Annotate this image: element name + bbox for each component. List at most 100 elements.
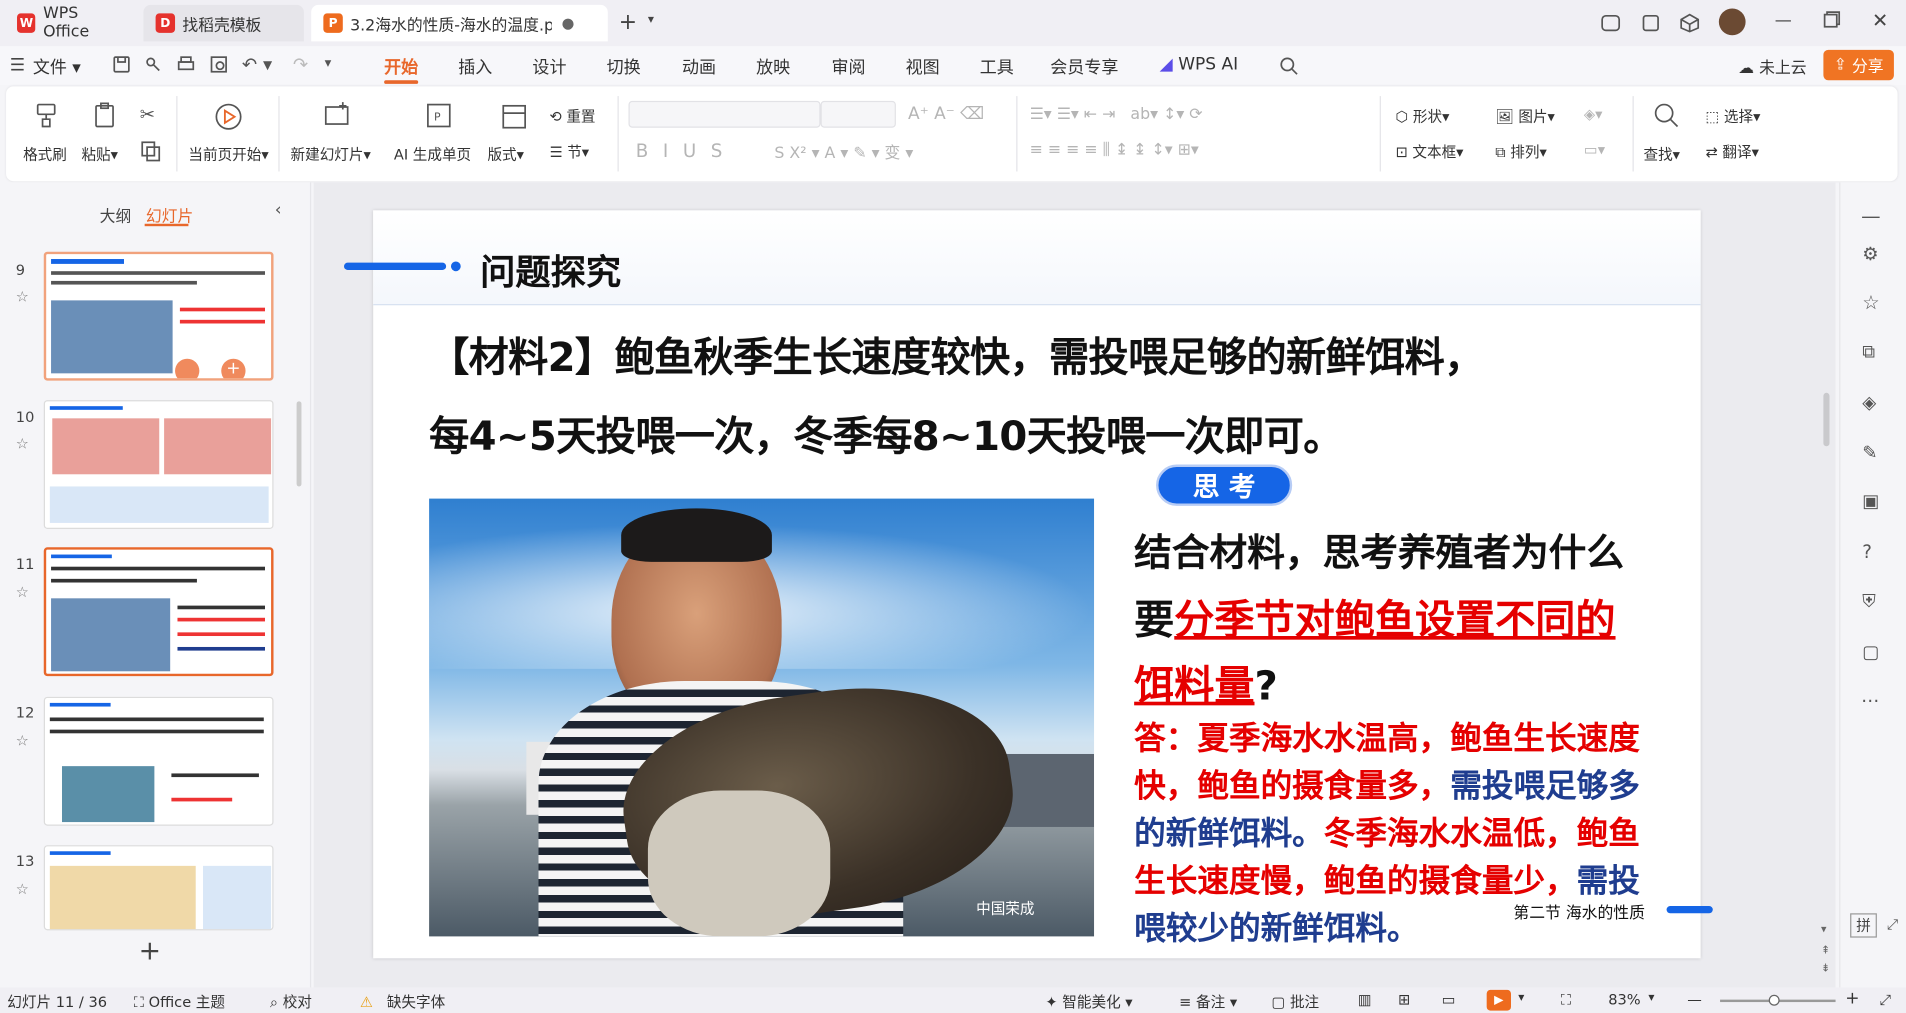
slide-thumbnail-13[interactable] xyxy=(43,845,274,931)
outline-icon[interactable]: ▭▾ xyxy=(1584,141,1605,158)
shape-button[interactable]: ⬡ 形状▾ xyxy=(1396,106,1450,127)
properties-icon[interactable]: ⚙ xyxy=(1862,243,1878,265)
help-icon[interactable]: ? xyxy=(1862,541,1872,563)
save-icon[interactable] xyxy=(112,55,131,74)
new-tab-icon[interactable]: + xyxy=(619,10,637,36)
slide-thumbnail-12[interactable] xyxy=(43,696,274,826)
avatar[interactable] xyxy=(1718,8,1746,36)
minus-icon[interactable]: — xyxy=(1861,204,1880,227)
chevron-down-icon[interactable]: ▾ xyxy=(648,13,654,26)
slide[interactable]: 问题探究 【材料2】鲍鱼秋季生长速度较快，需投喂足够的新鲜饵料， 每4~5天投喂… xyxy=(344,210,1713,959)
play-from-current-icon[interactable] xyxy=(213,101,245,133)
scroll-down-icon[interactable]: ▾ xyxy=(1821,924,1827,936)
hamburger-icon[interactable]: ☰ xyxy=(10,56,25,75)
menu-review[interactable]: 审阅 xyxy=(831,55,865,79)
add-slide-icon[interactable]: + xyxy=(221,358,246,379)
translate-button[interactable]: ⇄ 翻译▾ xyxy=(1705,141,1758,162)
play-slideshow-icon[interactable]: ▶ xyxy=(1486,989,1511,1011)
tab-document[interactable]: P 3.2海水的性质-海水的温度.pp ● xyxy=(311,4,608,42)
increase-font-icon[interactable]: A⁺ A⁻ ⌫ xyxy=(908,105,984,124)
select-button[interactable]: ⬚ 选择▾ xyxy=(1705,106,1760,127)
missing-font-button[interactable]: ⚠ 缺失字体 xyxy=(360,991,445,1012)
paste-button[interactable]: 粘贴▾ xyxy=(81,143,118,164)
full-screen-icon[interactable]: ⤢ xyxy=(1879,991,1891,1009)
comment-icon[interactable]: ▢ xyxy=(1862,641,1879,663)
menu-design[interactable]: 设计 xyxy=(532,55,566,79)
collapse-panel-icon[interactable]: ‹ xyxy=(275,201,282,220)
cloud-status[interactable]: ☁ 未上云 xyxy=(1738,55,1806,78)
star-icon[interactable]: ☆ xyxy=(1862,291,1879,314)
slide-thumbnail-9[interactable]: + xyxy=(43,251,274,381)
font-effects-icons[interactable]: S X² ▾ A ▾ ✎ ▾ 变 ▾ xyxy=(774,140,913,163)
find-icon[interactable] xyxy=(1653,102,1680,129)
proof-button[interactable]: ⌕ 校对 xyxy=(270,991,312,1012)
comment-button[interactable]: ▢ 批注 xyxy=(1272,991,1320,1012)
close-icon[interactable]: ✕ xyxy=(1872,9,1888,32)
ai-generate-page-button[interactable]: AI 生成单页 xyxy=(394,143,471,164)
search-icon[interactable] xyxy=(1279,56,1298,75)
game-icon[interactable] xyxy=(1600,12,1622,34)
input-method-icon[interactable]: 拼 xyxy=(1850,913,1877,938)
panel-scrollbar[interactable] xyxy=(296,401,302,487)
more-icon[interactable]: ⋯ xyxy=(1861,690,1879,712)
menu-wps-ai[interactable]: ◢ WPS AI xyxy=(1160,55,1238,74)
menu-file[interactable]: 文件 ▾ xyxy=(33,55,81,79)
print-preview-icon[interactable] xyxy=(209,55,228,74)
align-icons[interactable]: ≡ ≡ ≡ ≡ ⫼ ↨ ↨ ↕▾ ⊞▾ xyxy=(1030,141,1199,159)
list-icons[interactable]: ☰▾ ☰▾ ⇤ ⇥ ab▾ ↕▾ ⟳ xyxy=(1030,106,1203,124)
play-options-icon[interactable]: ▾ xyxy=(1518,991,1524,1004)
format-painter-button[interactable]: 格式刷 xyxy=(23,143,67,164)
cube-icon[interactable] xyxy=(1679,12,1701,34)
menu-insert[interactable]: 插入 xyxy=(458,55,492,79)
minimize-icon[interactable]: — xyxy=(1775,11,1792,30)
fit-window-icon[interactable]: ⛶ xyxy=(1561,991,1571,1009)
slide-thumbnail-11[interactable] xyxy=(43,547,274,677)
prev-slide-icon[interactable]: ⇞ xyxy=(1821,945,1830,957)
new-slide-button[interactable]: 新建幻灯片▾ xyxy=(291,143,371,164)
star-icon[interactable]: ☆ xyxy=(16,732,29,749)
format-painter-icon[interactable] xyxy=(33,101,62,130)
normal-view-icon[interactable]: ▥ xyxy=(1358,991,1372,1008)
star-icon[interactable]: ☆ xyxy=(16,584,29,601)
tab-wps-office[interactable]: W WPS Office xyxy=(5,5,139,41)
shield-icon[interactable]: ⛨ xyxy=(1862,590,1876,612)
textbox-button[interactable]: ⊡ 文本框▾ xyxy=(1396,141,1464,162)
undo-icon[interactable]: ↶ ▾ xyxy=(242,54,272,76)
ai-icon[interactable]: ◈ xyxy=(1862,392,1876,414)
font-family-select[interactable] xyxy=(628,100,821,128)
ai-page-icon[interactable]: P xyxy=(424,101,453,130)
thumb-action-icon[interactable] xyxy=(175,358,200,379)
star-icon[interactable]: ☆ xyxy=(16,288,29,305)
tab-outline[interactable]: 大纲 xyxy=(100,203,132,226)
share-button[interactable]: ⇪ 分享 xyxy=(1823,49,1894,81)
menu-transition[interactable]: 切换 xyxy=(607,55,641,79)
expand-icon[interactable]: ⤢ xyxy=(1887,916,1899,934)
menu-animation[interactable]: 动画 xyxy=(682,55,716,79)
tools-icon[interactable]: ✎ xyxy=(1862,441,1877,463)
canvas-scrollbar[interactable] xyxy=(1823,392,1830,447)
library-icon[interactable]: ▣ xyxy=(1862,490,1879,512)
redo-icon[interactable]: ↷ xyxy=(293,54,308,76)
star-icon[interactable]: ☆ xyxy=(16,435,29,452)
paste-icon[interactable] xyxy=(91,101,120,130)
play-from-current-button[interactable]: 当前页开始▾ xyxy=(188,143,268,164)
print-icon[interactable] xyxy=(176,55,195,74)
restore-icon[interactable] xyxy=(1823,11,1841,28)
find-button[interactable]: 查找▾ xyxy=(1643,143,1680,164)
new-slide-icon[interactable] xyxy=(322,101,351,130)
slide-thumbnail-10[interactable] xyxy=(43,400,274,530)
layout-button[interactable]: 版式▾ xyxy=(487,143,524,164)
picture-button[interactable]: 🖼 图片▾ xyxy=(1495,106,1555,127)
font-size-select[interactable] xyxy=(820,100,896,128)
window-icon[interactable] xyxy=(1640,12,1662,34)
tab-template[interactable]: D 找稻壳模板 xyxy=(143,4,304,42)
menu-member[interactable]: 会员专享 xyxy=(1050,55,1118,79)
fill-icon[interactable]: ◈▾ xyxy=(1584,106,1603,123)
notes-button[interactable]: ≡ 备注 ▾ xyxy=(1179,991,1237,1012)
more-chevron-icon[interactable]: ▾ xyxy=(325,55,332,71)
menu-home[interactable]: 开始 xyxy=(384,55,418,79)
section-button[interactable]: ☰ 节▾ xyxy=(549,141,589,162)
add-slide-button[interactable]: + xyxy=(139,936,161,966)
copy-layers-icon[interactable]: ⧉ xyxy=(1862,341,1875,363)
theme-button[interactable]: ⛶ Office 主题 xyxy=(134,991,225,1012)
